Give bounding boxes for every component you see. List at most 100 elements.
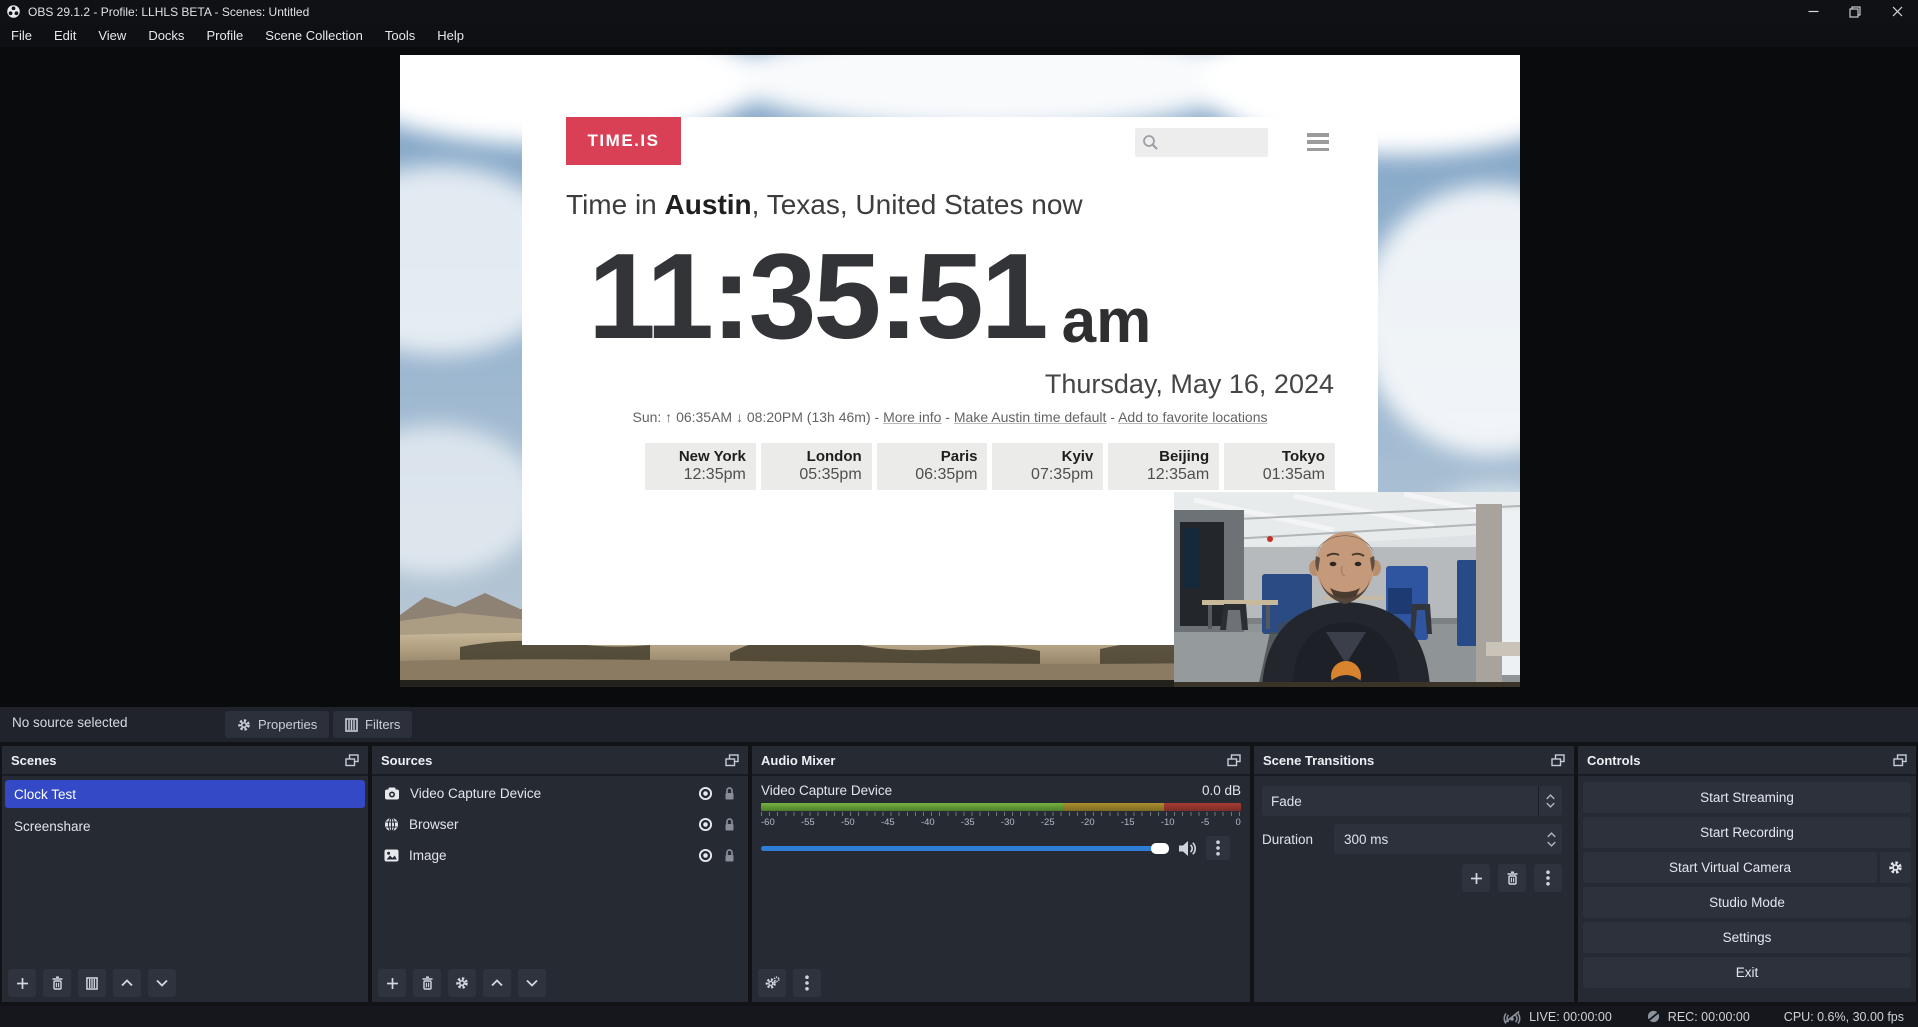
menu-docks[interactable]: Docks <box>137 23 195 47</box>
duration-input[interactable]: 300 ms <box>1334 824 1562 854</box>
start-streaming-button[interactable]: Start Streaming <box>1583 782 1911 813</box>
exit-button[interactable]: Exit <box>1583 957 1911 988</box>
timeis-logo[interactable]: TIME.IS <box>566 117 681 165</box>
minimize-button[interactable] <box>1792 0 1834 23</box>
audio-mixer-title: Audio Mixer <box>761 753 835 768</box>
studio-mode-button[interactable]: Studio Mode <box>1583 887 1911 918</box>
world-clock-tokyo[interactable]: Tokyo01:35am <box>1224 443 1335 490</box>
transition-select[interactable]: Fade <box>1262 786 1562 816</box>
popout-icon[interactable] <box>725 754 739 767</box>
menu-tools[interactable]: Tools <box>374 23 426 47</box>
duration-label: Duration <box>1262 832 1334 847</box>
title-bar: OBS 29.1.2 - Profile: LLHLS BETA - Scene… <box>0 0 1918 23</box>
settings-button[interactable]: Settings <box>1583 922 1911 953</box>
plus-icon <box>1470 872 1483 885</box>
make-default-link[interactable]: Make Austin time default <box>954 409 1107 425</box>
move-scene-up-button[interactable] <box>113 969 141 997</box>
speaker-icon[interactable] <box>1178 840 1197 857</box>
popout-icon[interactable] <box>345 754 359 767</box>
audio-mixer-panel: Audio Mixer Video Capture Device 0.0 dB … <box>752 746 1250 1002</box>
restore-button[interactable] <box>1834 0 1876 23</box>
webcam-overlay[interactable] <box>1174 492 1520 687</box>
sources-title: Sources <box>381 753 432 768</box>
virtual-camera-settings-button[interactable] <box>1880 852 1911 883</box>
visibility-eye-icon[interactable] <box>698 786 713 801</box>
menu-edit[interactable]: Edit <box>43 23 87 47</box>
current-time: 11:35:51 am <box>588 213 1348 363</box>
filters-icon <box>86 977 98 990</box>
filters-button[interactable]: Filters <box>333 711 412 738</box>
popout-icon[interactable] <box>1227 754 1241 767</box>
add-transition-button[interactable] <box>1462 864 1490 892</box>
menu-help[interactable]: Help <box>426 23 475 47</box>
move-source-up-button[interactable] <box>483 969 511 997</box>
start-recording-button[interactable]: Start Recording <box>1583 817 1911 848</box>
scene-item-clock-test[interactable]: Clock Test <box>5 780 365 808</box>
search-input[interactable] <box>1135 128 1268 157</box>
lock-icon[interactable] <box>723 817 736 832</box>
select-chevrons[interactable] <box>1538 786 1562 816</box>
lock-icon[interactable] <box>723 786 736 801</box>
program-canvas[interactable]: TIME.IS Time in Austin, Texas, United St… <box>400 55 1520 687</box>
volume-slider-handle[interactable] <box>1151 843 1169 854</box>
trash-icon <box>51 976 64 990</box>
add-scene-button[interactable] <box>8 969 36 997</box>
scenes-panel: Scenes Clock Test Screenshare <box>2 746 368 1002</box>
source-properties-button[interactable] <box>448 969 476 997</box>
start-virtual-camera-button[interactable]: Start Virtual Camera <box>1583 852 1877 883</box>
kebab-menu-icon <box>1216 840 1220 856</box>
status-bar: LIVE: 00:00:00 REC: 00:00:00 CPU: 0.6%, … <box>0 1006 1918 1027</box>
scene-filters-button[interactable] <box>78 969 106 997</box>
source-item-video-capture[interactable]: Video Capture Device <box>372 779 748 807</box>
popout-icon[interactable] <box>1551 754 1565 767</box>
mixer-menu-button[interactable] <box>793 969 821 997</box>
plus-icon <box>16 977 29 990</box>
menu-profile[interactable]: Profile <box>195 23 254 47</box>
chevron-down-icon <box>1547 841 1556 847</box>
move-source-down-button[interactable] <box>518 969 546 997</box>
kebab-menu-icon <box>1546 870 1550 886</box>
chevron-up-icon <box>491 979 503 987</box>
transition-properties-button[interactable] <box>1534 864 1562 892</box>
visibility-eye-icon[interactable] <box>698 817 713 832</box>
world-clock-paris[interactable]: Paris06:35pm <box>877 443 988 490</box>
mixer-options-button[interactable] <box>1206 836 1230 860</box>
lock-icon[interactable] <box>723 848 736 863</box>
world-clock-beijing[interactable]: Beijing12:35am <box>1108 443 1219 490</box>
scene-item-screenshare[interactable]: Screenshare <box>5 812 365 840</box>
broadcast-off-icon <box>1502 1010 1522 1024</box>
preview-area: TIME.IS Time in Austin, Texas, United St… <box>0 47 1918 707</box>
properties-button[interactable]: Properties <box>225 711 329 738</box>
menu-view[interactable]: View <box>87 23 137 47</box>
remove-transition-button[interactable] <box>1498 864 1526 892</box>
remove-source-button[interactable] <box>413 969 441 997</box>
duration-spinners[interactable] <box>1547 824 1556 854</box>
obs-logo-icon <box>6 4 21 19</box>
visibility-eye-icon[interactable] <box>698 848 713 863</box>
remove-scene-button[interactable] <box>43 969 71 997</box>
source-item-image[interactable]: Image <box>372 841 748 869</box>
menu-file[interactable]: File <box>0 23 43 47</box>
move-scene-down-button[interactable] <box>148 969 176 997</box>
volume-slider[interactable] <box>761 846 1169 851</box>
gear-icon <box>1888 860 1903 875</box>
source-item-browser[interactable]: Browser <box>372 810 748 838</box>
close-button[interactable] <box>1876 0 1918 23</box>
add-source-button[interactable] <box>378 969 406 997</box>
world-clock-new-york[interactable]: New York12:35pm <box>645 443 756 490</box>
chevron-up-icon <box>121 979 133 987</box>
kebab-menu-icon <box>805 975 809 991</box>
world-clock-london[interactable]: London05:35pm <box>761 443 872 490</box>
add-favorite-link[interactable]: Add to favorite locations <box>1118 409 1267 425</box>
volume-meter <box>761 803 1241 811</box>
menu-scene-collection[interactable]: Scene Collection <box>254 23 374 47</box>
time-digits: 11:35:51 <box>588 229 1046 363</box>
hamburger-menu-icon[interactable] <box>1307 133 1329 151</box>
advanced-audio-button[interactable] <box>758 969 786 997</box>
world-clock-kyiv[interactable]: Kyiv07:35pm <box>992 443 1103 490</box>
popout-icon[interactable] <box>1893 754 1907 767</box>
more-info-link[interactable]: More info <box>883 409 941 425</box>
chevron-down-icon <box>1546 802 1555 808</box>
search-icon <box>1142 134 1159 151</box>
trash-icon <box>421 976 434 990</box>
